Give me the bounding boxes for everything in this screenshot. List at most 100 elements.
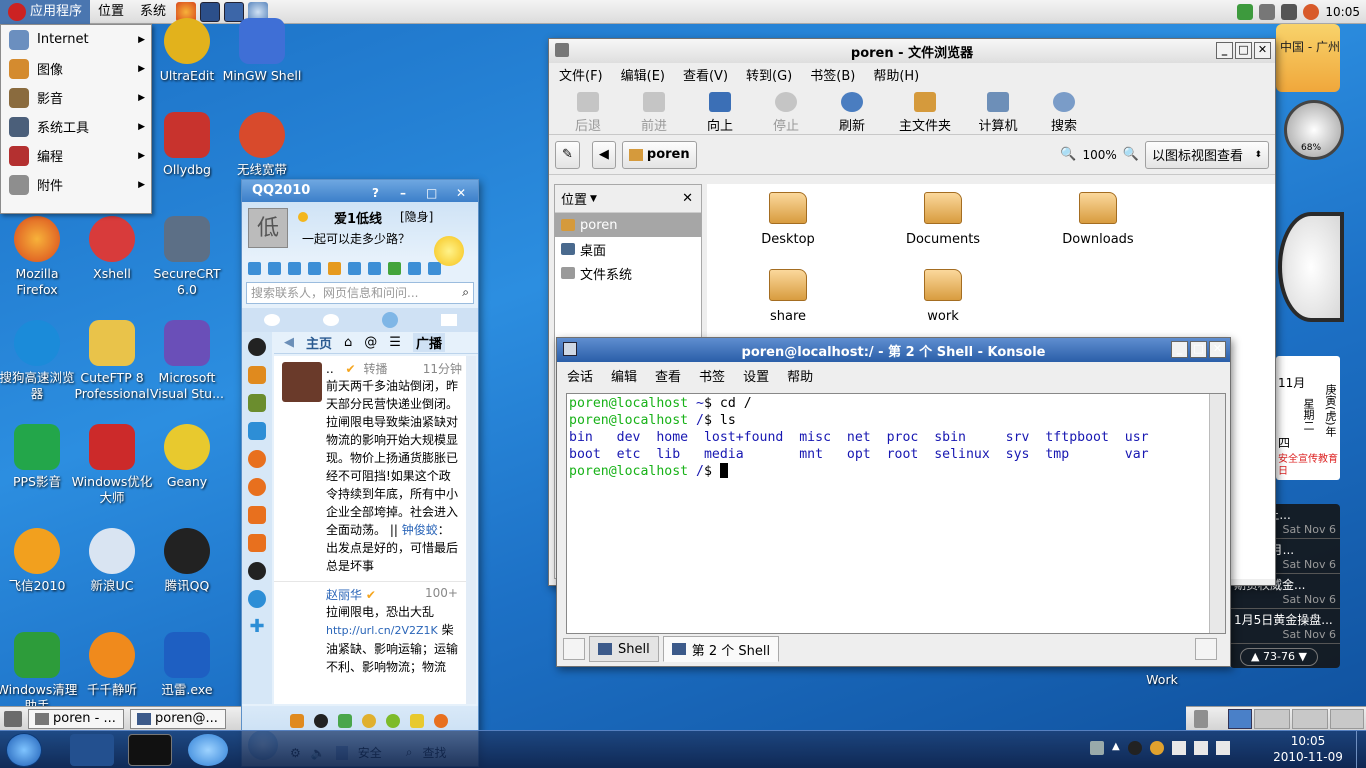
ie-taskbar-icon[interactable] xyxy=(188,734,228,766)
qq-app-icon[interactable] xyxy=(248,366,266,384)
menu-bookmarks[interactable]: 书签 xyxy=(699,366,725,385)
menu-item-internet[interactable]: Internet ▶ xyxy=(1,25,151,54)
zoom-level[interactable]: 100% xyxy=(1083,148,1117,162)
minimize-button[interactable]: – xyxy=(400,182,406,204)
avatar[interactable]: 低 xyxy=(248,208,288,248)
tool-icon[interactable] xyxy=(434,714,448,728)
menu-help[interactable]: 帮助(H) xyxy=(873,65,919,84)
location-edit-toggle[interactable]: ✎ xyxy=(555,140,580,169)
app-icon[interactable] xyxy=(408,262,421,275)
qq-app-icon[interactable] xyxy=(248,534,266,552)
menu-settings[interactable]: 设置 xyxy=(743,366,769,385)
up-button[interactable]: 向上 xyxy=(689,92,751,134)
desktop-icon-work[interactable]: Work xyxy=(1121,672,1203,688)
update-icon[interactable] xyxy=(1237,4,1254,20)
menu-item-multimedia[interactable]: 影音 ▶ xyxy=(1,83,151,112)
close-button[interactable]: ✕ xyxy=(1209,341,1226,358)
weibo-tab-icon[interactable] xyxy=(381,312,398,328)
people-tray-icon[interactable] xyxy=(1149,741,1164,755)
volume-icon[interactable] xyxy=(1281,4,1298,20)
workspace-3[interactable] xyxy=(1292,709,1328,729)
desktop-icon-geany[interactable]: Geany xyxy=(146,424,228,490)
computer-button[interactable]: 计算机 xyxy=(967,92,1029,134)
tab-shell-2[interactable]: 第 2 个 Shell xyxy=(662,636,780,662)
terminal-scrollbar[interactable] xyxy=(1209,394,1225,633)
menu-file[interactable]: 文件(F) xyxy=(559,65,603,84)
qq-app-icon[interactable] xyxy=(248,478,266,496)
desktop-icon-thunder[interactable]: 迅雷.exe xyxy=(146,632,228,698)
menu-go[interactable]: 转到(G) xyxy=(746,65,792,84)
desktop-icon-securecrt[interactable]: SecureCRT 6.0 xyxy=(146,216,228,298)
qq-app-icon[interactable] xyxy=(248,590,266,608)
folder-share[interactable]: share xyxy=(733,269,843,324)
list-icon[interactable]: ☰ xyxy=(389,335,401,350)
desktop-icon-wireless[interactable]: 无线宽带 xyxy=(221,112,303,178)
weather-gadget[interactable]: 中国 - 广州 xyxy=(1276,24,1340,92)
app-icon[interactable] xyxy=(328,262,341,275)
desktop-icon-ttplayer[interactable]: 千千静听 xyxy=(71,632,153,698)
desktop-icon-xshell[interactable]: Xshell xyxy=(71,216,153,282)
desktop-icon-cuteftp[interactable]: CuteFTP 8 Professional xyxy=(71,320,153,402)
contacts-tab-icon[interactable] xyxy=(263,314,280,326)
nav-back-icon[interactable]: ◀ xyxy=(284,335,294,350)
calendar-gadget[interactable]: 11月 庚寅(虎)年 星期二 四 安全宣传教育日 xyxy=(1276,356,1340,480)
tab-shell-1[interactable]: Shell xyxy=(589,636,659,662)
minimize-button[interactable]: _ xyxy=(1216,42,1233,59)
desktop-icon-qq[interactable]: 腾讯QQ xyxy=(146,528,228,594)
menu-bookmarks[interactable]: 书签(B) xyxy=(810,65,855,84)
home-icon[interactable]: ⌂ xyxy=(344,335,352,350)
search-icon[interactable]: ⌕ xyxy=(462,285,469,300)
mail-icon[interactable] xyxy=(288,262,301,275)
qq-search[interactable]: 搜索联系人，网页信息和问问... ⌕ xyxy=(246,282,474,304)
feed-post[interactable]: .. ✔ 转播 11分钟 前天两千多油站倒闭，昨天部分民营快递业倒闭。拉闸限电导致柴… xyxy=(274,356,466,581)
app-icon[interactable] xyxy=(428,262,441,275)
app-icon[interactable] xyxy=(348,262,361,275)
desktop-icon-fetion[interactable]: 飞信2010 xyxy=(0,528,78,594)
tool-icon[interactable] xyxy=(290,714,304,728)
path-back-arrow[interactable]: ◀ xyxy=(591,140,616,169)
qq-tray-icon[interactable] xyxy=(1127,741,1142,755)
menu-session[interactable]: 会话 xyxy=(567,366,593,385)
minimize-button[interactable]: _ xyxy=(1171,341,1188,358)
flag-tray-icon[interactable] xyxy=(1171,741,1186,755)
avatar[interactable] xyxy=(282,362,322,402)
at-icon[interactable]: @ xyxy=(364,335,377,350)
app-icon[interactable] xyxy=(368,262,381,275)
back-button[interactable]: 后退 xyxy=(557,92,619,134)
desktop-icon-sogou[interactable]: 搜狗高速浏览器 xyxy=(0,320,78,402)
tool-icon[interactable] xyxy=(410,714,424,728)
folder-downloads[interactable]: Downloads xyxy=(1043,192,1153,247)
sidebar-item-filesystem[interactable]: 文件系统 xyxy=(555,261,701,285)
menu-view[interactable]: 查看 xyxy=(655,366,681,385)
menu-edit[interactable]: 编辑 xyxy=(611,366,637,385)
folder-desktop[interactable]: Desktop xyxy=(733,192,843,247)
app-icon[interactable] xyxy=(308,262,321,275)
chat-tab-icon[interactable] xyxy=(322,314,339,326)
desktop-icon-pps[interactable]: PPS影音 xyxy=(0,424,78,490)
tool-icon[interactable] xyxy=(386,714,400,728)
maximize-button[interactable]: □ xyxy=(1235,42,1252,59)
menu-edit[interactable]: 编辑(E) xyxy=(621,65,665,84)
help-icon[interactable]: ? xyxy=(372,182,379,204)
trash-icon[interactable] xyxy=(1194,710,1208,728)
sidebar-item-desktop[interactable]: 桌面 xyxy=(555,237,701,261)
feed-scrollbar[interactable] xyxy=(466,356,476,704)
cmd-taskbar-icon[interactable] xyxy=(128,734,172,766)
cpu-meter-gadget[interactable]: 68% xyxy=(1284,100,1344,160)
tool-icon[interactable] xyxy=(314,714,328,728)
qq-app-icon[interactable] xyxy=(248,450,266,468)
pager-up-icon[interactable]: ▲ xyxy=(1251,650,1263,663)
menu-item-system-tools[interactable]: 系统工具 ▶ xyxy=(1,112,151,141)
qq-app-icon[interactable] xyxy=(248,394,266,412)
start-orb-icon[interactable] xyxy=(6,733,42,767)
folder-work[interactable]: work xyxy=(888,269,998,324)
feed-post[interactable]: 赵丽华 ✔ 100+ 拉闸限电，恐出大乱 http://url.cn/2V2Z1K … xyxy=(274,581,466,676)
status-icon[interactable] xyxy=(298,212,308,222)
places-menu[interactable]: 位置 xyxy=(90,0,132,24)
qq-titlebar[interactable]: QQ2010 ? – □ ✕ xyxy=(242,180,478,202)
qq-signature[interactable]: 一起可以走多少路？ xyxy=(302,230,410,247)
workspace-4[interactable] xyxy=(1330,709,1364,729)
menu-item-programming[interactable]: 编程 ▶ xyxy=(1,141,151,170)
pager-down-icon[interactable]: ▼ xyxy=(1295,650,1306,663)
powershell-taskbar-icon[interactable] xyxy=(70,734,114,766)
